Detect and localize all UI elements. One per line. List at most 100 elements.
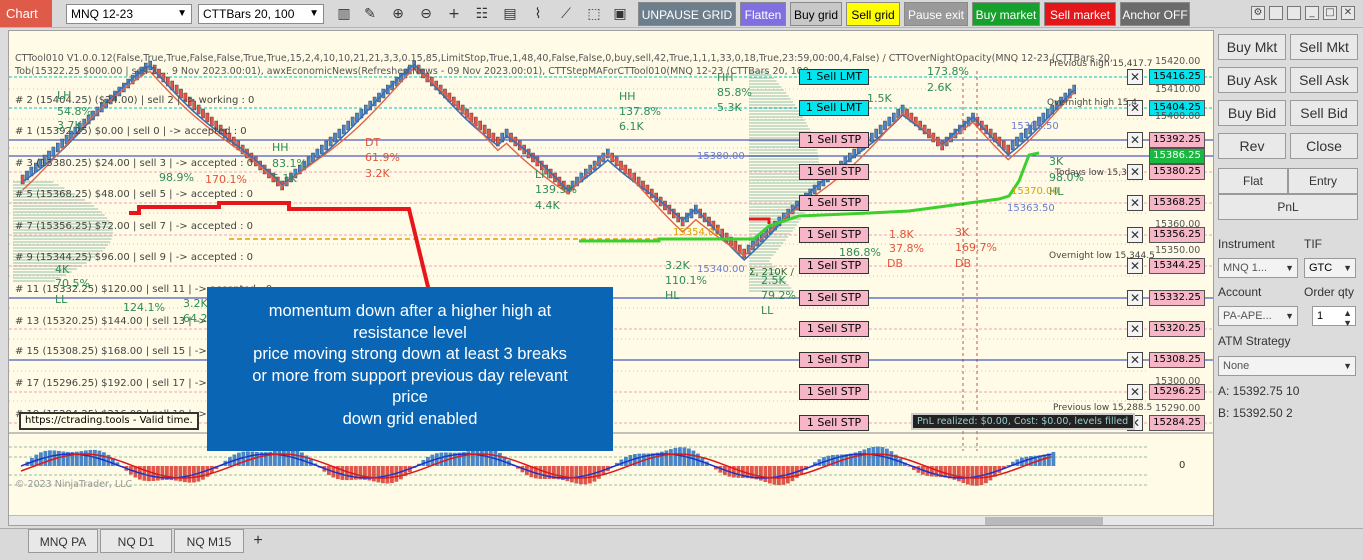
sell-stop-order[interactable]: 1 Sell STP [799,415,869,431]
cancel-order-icon[interactable]: ✕ [1127,290,1143,306]
data-box-icon[interactable]: ▤ [500,4,520,24]
zoom-out-icon[interactable]: ⊖ [416,4,436,24]
close-position-button[interactable]: Close [1290,133,1358,159]
volume-profile-bar [13,232,113,234]
maximize-icon[interactable]: □ [1323,6,1337,20]
oscillator-bar [241,451,246,466]
volume-profile-bar [749,98,791,100]
sell-ask-button[interactable]: Sell Ask [1290,67,1358,93]
tab-mnq-pa[interactable]: MNQ PA [28,529,98,553]
volume-profile-bar [749,92,787,94]
volume-profile-bar [749,188,816,190]
template-icon[interactable]: ⬚ [584,4,604,24]
cancel-order-icon[interactable]: ✕ [1127,227,1143,243]
chevron-down-icon: ▼ [1343,361,1352,371]
swing-label: 3.7K [57,119,82,132]
bar-style-icon[interactable]: ▥ [334,4,354,24]
entry-button[interactable]: Entry [1288,168,1358,194]
zoom-in-icon[interactable]: ⊕ [388,4,408,24]
tab-label: MNQ PA [39,535,87,549]
buy-ask-button[interactable]: Buy Ask [1218,67,1286,93]
price-axis-label: 15360.00 [1155,219,1201,230]
sell-market-button[interactable]: Sell market [1044,2,1116,26]
cancel-order-icon[interactable]: ✕ [1127,69,1143,85]
bars-type-selector[interactable]: CTTBars 20, 100 ▼ [198,4,324,24]
price-marker: 15332.25 [1149,290,1205,306]
annotation-line: resistance level [353,323,467,342]
price-marker: 15320.25 [1149,321,1205,337]
sell-stop-order[interactable]: 1 Sell STP [799,352,869,368]
pause-exit-button[interactable]: Pause exit [904,2,968,26]
scrollbar-thumb[interactable] [985,517,1103,525]
sell-stop-order[interactable]: 1 Sell STP [799,258,869,274]
close-icon[interactable]: ✕ [1341,6,1355,20]
sell-bid-button[interactable]: Sell Bid [1290,100,1358,126]
sell-limit-order[interactable]: 1 Sell LMT [799,100,869,116]
instrument-selector[interactable]: MNQ 12-23 ▼ [66,4,192,24]
order-qty-stepper[interactable]: 1 ▲ ▼ [1312,306,1356,328]
sell-limit-order[interactable]: 1 Sell LMT [799,69,869,85]
indicator-icon[interactable]: ⌇ [528,4,548,24]
sell-stop-order[interactable]: 1 Sell STP [799,384,869,400]
pnl-button[interactable]: PnL [1218,194,1358,220]
cancel-order-icon[interactable]: ✕ [1127,195,1143,211]
price-bar [315,148,320,159]
pencil-icon[interactable]: ✎ [360,4,380,24]
annotation-line: momentum down after a higher high at [268,302,552,320]
step-ma-red [129,201,431,292]
tab-nq-m15[interactable]: NQ M15 [174,529,244,553]
cancel-order-icon[interactable]: ✕ [1127,384,1143,400]
price-bar [874,128,878,139]
atm-strategy-select[interactable]: None ▼ [1218,356,1356,376]
cancel-order-icon[interactable]: ✕ [1127,164,1143,180]
stepper-down-icon[interactable]: ▼ [1343,314,1352,332]
swing-label: 139.5% [535,183,577,196]
oscillator-bar [147,466,151,482]
sell-grid-button[interactable]: Sell grid [846,2,900,26]
cancel-order-icon[interactable]: ✕ [1127,132,1143,148]
volume-profile-bar [13,214,105,216]
crosshair-icon[interactable]: + [444,4,464,24]
buy-mkt-button[interactable]: Buy Mkt [1218,34,1286,60]
sell-mkt-button[interactable]: Sell Mkt [1290,34,1358,60]
top-toolbar: Chart MNQ 12-23 ▼ CTTBars 20, 100 ▼ ▥ ✎ … [0,0,1363,28]
buy-market-button[interactable]: Buy market [972,2,1040,26]
tif-select[interactable]: GTC ▼ [1304,258,1356,278]
pnl-status-bar: PnL realized: $0.00, Cost: $0.00, levels… [911,413,1135,430]
strategy-icon[interactable]: ⟋ [556,4,576,24]
swing-label: 6.1K [619,120,644,133]
settings-icon[interactable]: ⚙ [1251,6,1265,20]
sell-stop-order[interactable]: 1 Sell STP [799,321,869,337]
account-select[interactable]: PA-APE... ▼ [1218,306,1298,326]
window-link-icon[interactable] [1287,6,1301,20]
anchor-off-button[interactable]: Anchor OFF [1120,2,1190,26]
reverse-button[interactable]: Rev [1218,133,1286,159]
atm-strategy-label: ATM Strategy [1218,334,1291,348]
add-tab-button[interactable]: + [248,529,268,553]
sell-stop-order[interactable]: 1 Sell STP [799,227,869,243]
swing-label: DB [887,257,904,270]
sell-stop-order[interactable]: 1 Sell STP [799,164,869,180]
window-option-icon[interactable] [1269,6,1283,20]
price-chart[interactable]: CTTool010 V1.0.0.12(False,True,True,Fals… [8,30,1214,526]
unpause-grid-button[interactable]: UNPAUSE GRID [638,2,736,26]
sell-stop-order[interactable]: 1 Sell STP [799,290,869,306]
horizontal-scrollbar[interactable] [9,515,1213,525]
volume-profile-bar [13,205,95,207]
properties-icon[interactable]: ☷ [472,4,492,24]
minimize-icon[interactable]: _ [1305,6,1319,20]
flat-button[interactable]: Flat [1218,168,1288,194]
sell-stop-order[interactable]: 1 Sell STP [799,132,869,148]
flatten-button[interactable]: Flatten [740,2,786,26]
cancel-order-icon[interactable]: ✕ [1127,352,1143,368]
chart-trader-icon[interactable]: ▣ [610,4,630,24]
sell-stop-order[interactable]: 1 Sell STP [799,195,869,211]
cancel-order-icon[interactable]: ✕ [1127,321,1143,337]
tab-nq-d1[interactable]: NQ D1 [100,529,172,553]
instrument-select[interactable]: MNQ 1... ▼ [1218,258,1298,278]
volume-profile-bar [749,185,817,187]
buy-grid-button[interactable]: Buy grid [790,2,842,26]
buy-bid-button[interactable]: Buy Bid [1218,100,1286,126]
price-level-note: Overnight low 15,344.5 [1049,251,1155,261]
volume-profile-bar [749,89,784,91]
